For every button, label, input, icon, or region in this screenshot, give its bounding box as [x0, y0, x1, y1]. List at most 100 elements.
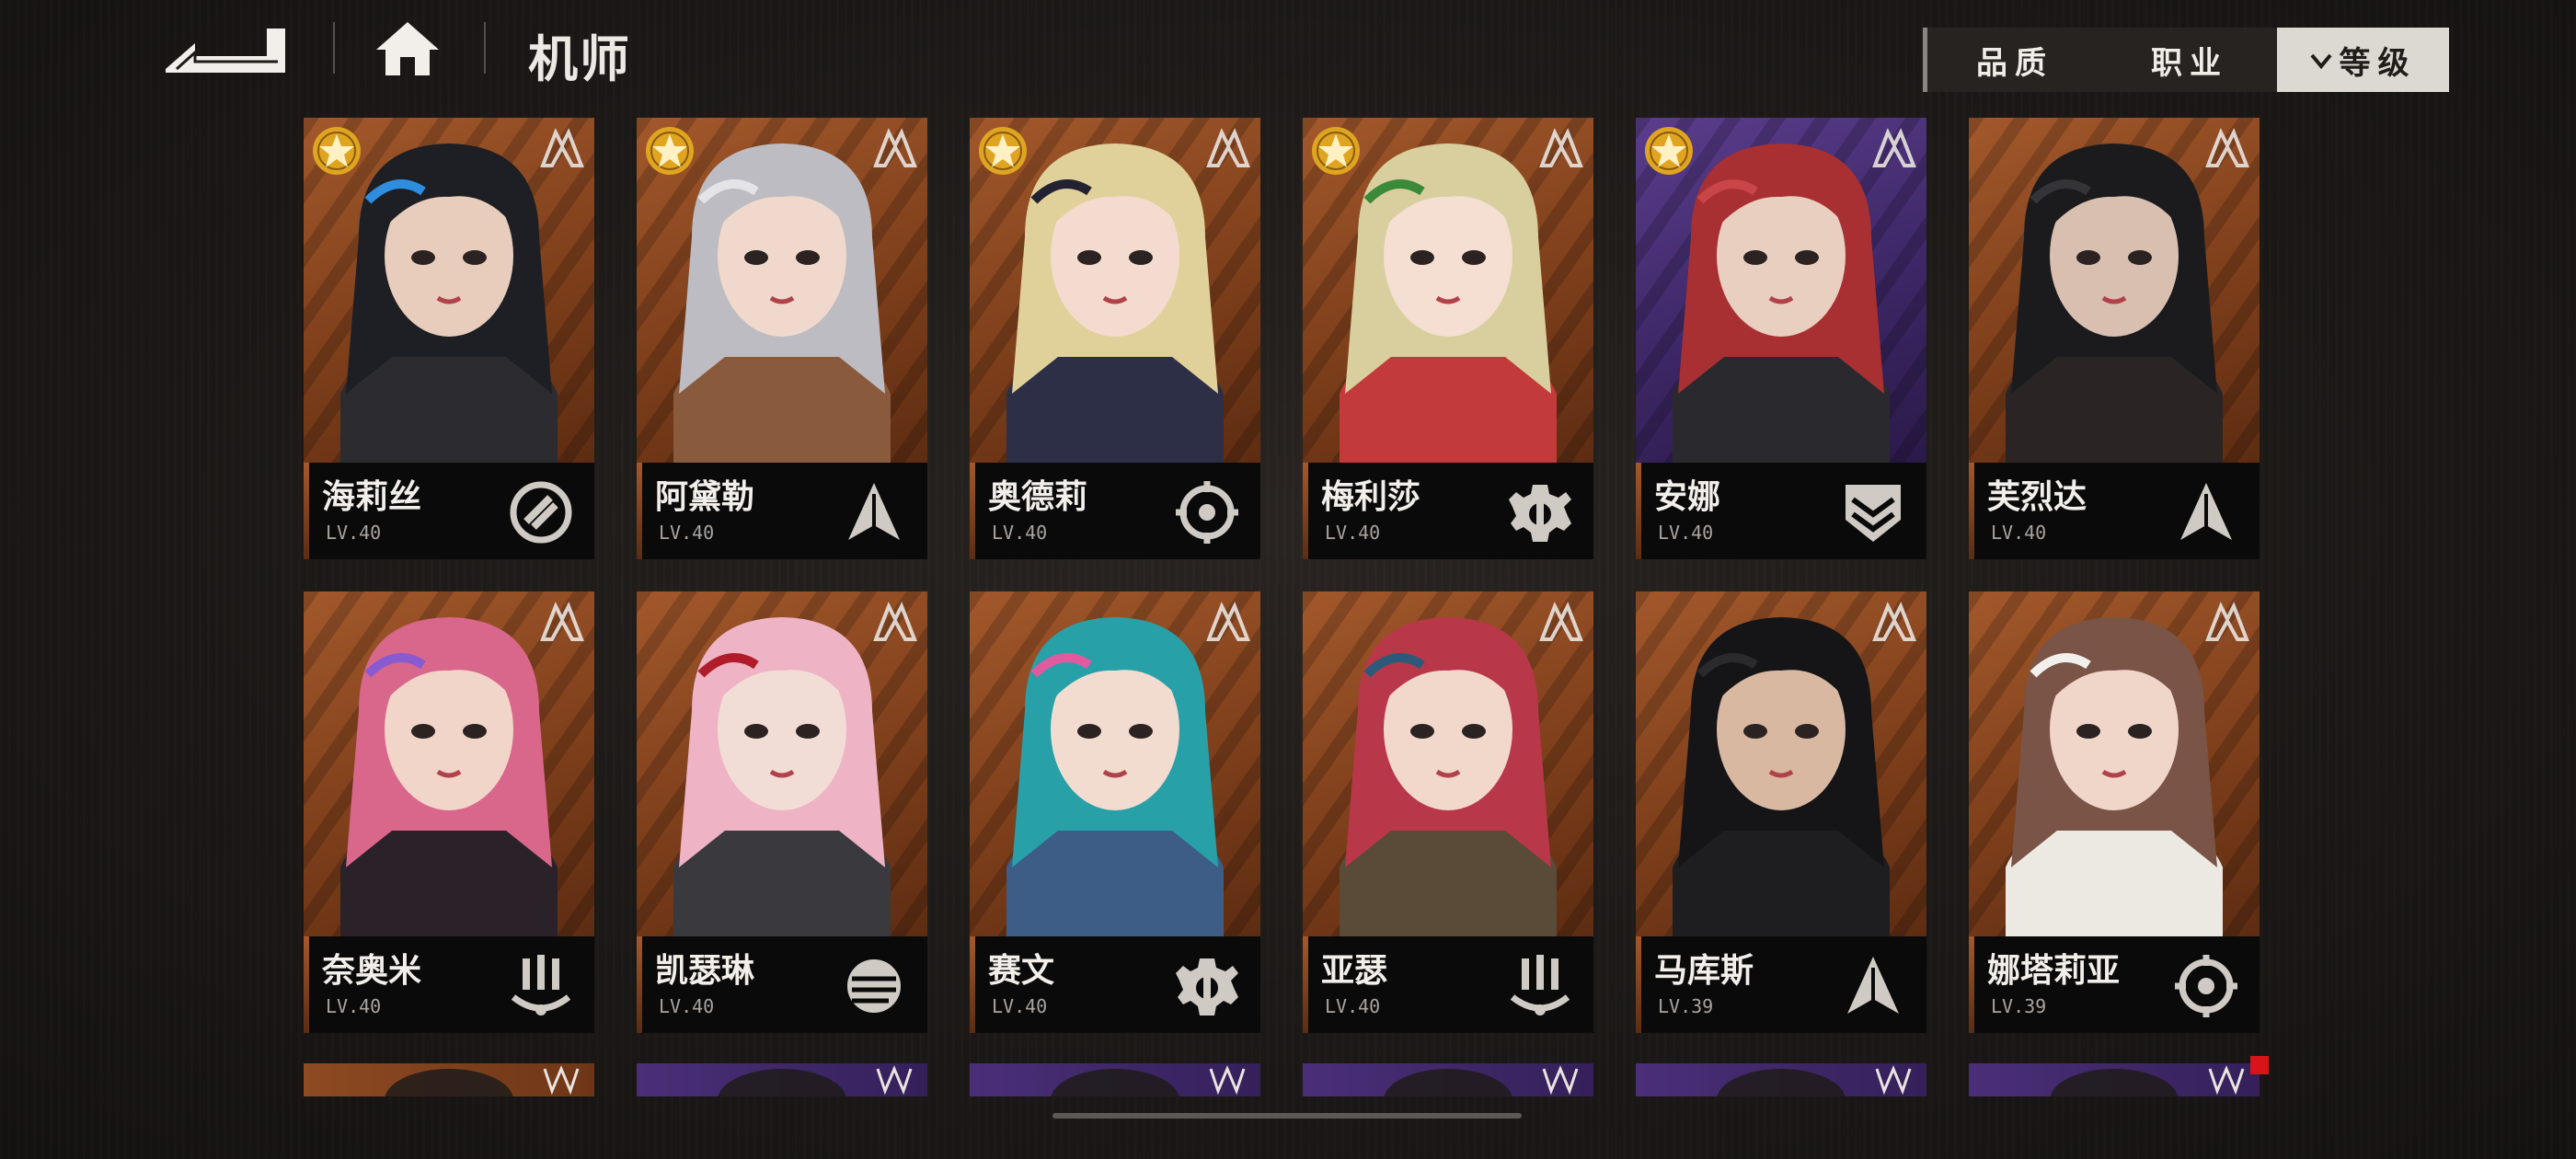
pilot-level: LV.40	[326, 995, 382, 1017]
pilot-card[interactable]: 安娜 LV.40	[1636, 118, 1926, 559]
rank-star-icon	[979, 127, 1027, 175]
notification-dot	[2250, 1056, 2269, 1074]
fist-icon	[510, 481, 572, 544]
pilot-info-panel: 海莉丝 LV.40	[304, 463, 594, 559]
pilot-card[interactable]: 海莉丝 LV.40	[304, 118, 594, 559]
pilot-card-partial[interactable]	[637, 1063, 927, 1096]
faction-emblem-icon	[1872, 128, 1916, 167]
pilot-name: 梅利莎	[1321, 478, 1421, 516]
filter-tab-profession[interactable]: 职业	[2102, 28, 2277, 92]
pilot-name: 亚瑟	[1321, 952, 1388, 990]
pilot-level: LV.40	[992, 522, 1048, 544]
spearhead-icon	[1847, 957, 1899, 1014]
pilot-portrait	[304, 118, 594, 463]
header-divider	[333, 22, 335, 74]
wrench-gear-icon	[1509, 485, 1571, 542]
home-icon	[376, 22, 439, 75]
crosshair-icon	[2175, 955, 2237, 1017]
pilot-card[interactable]: 娜塔莉亚 LV.39	[1969, 591, 2260, 1033]
pilot-name: 赛文	[988, 952, 1055, 990]
pilot-info-panel: 马库斯 LV.39	[1636, 936, 1926, 1033]
pilot-card[interactable]: 赛文 LV.40	[970, 591, 1260, 1033]
pilot-level: LV.40	[992, 995, 1048, 1017]
pilot-level: LV.40	[326, 522, 382, 544]
pilot-info-panel: 奥德莉 LV.40	[970, 463, 1260, 559]
pilot-level: LV.40	[1658, 522, 1714, 544]
shield-chevron-icon	[1846, 485, 1901, 542]
pilot-portrait	[1303, 118, 1593, 463]
pilot-portrait	[1969, 591, 2260, 936]
pilot-card[interactable]: 奈奥米 LV.40	[304, 591, 594, 1033]
pilot-card[interactable]: 亚瑟 LV.40	[1303, 591, 1593, 1033]
header-divider	[484, 22, 486, 74]
pilot-name: 凯瑟琳	[655, 952, 755, 990]
faction-emblem-icon	[1206, 602, 1250, 641]
spearhead-icon	[2180, 483, 2232, 540]
pilot-info-panel: 奈奥米 LV.40	[304, 936, 594, 1033]
pilot-level: LV.39	[1991, 995, 2047, 1017]
pilot-portrait	[1303, 591, 1593, 936]
faction-emblem-icon	[540, 128, 584, 167]
pilot-card[interactable]: 阿黛勒 LV.40	[637, 118, 927, 559]
pilot-card[interactable]: 凯瑟琳 LV.40	[637, 591, 927, 1033]
rank-star-icon	[1645, 127, 1693, 175]
faction-emblem-icon	[1539, 602, 1583, 641]
pilot-card-partial[interactable]	[304, 1063, 594, 1096]
top-bar: 机师 品质 职业 等级	[0, 0, 2576, 101]
home-button[interactable]	[368, 17, 447, 81]
pilot-portrait	[637, 118, 927, 463]
pilot-level: LV.40	[659, 995, 715, 1017]
pilot-name: 阿黛勒	[655, 478, 755, 516]
missiles-icon	[511, 955, 571, 1016]
pilot-portrait-art	[1384, 1065, 1579, 1096]
page-title: 机师	[528, 30, 631, 88]
wrench-gear-icon	[1176, 958, 1238, 1016]
pilot-card[interactable]: 梅利莎 LV.40	[1303, 118, 1593, 559]
crosshair-icon	[1176, 481, 1238, 544]
pilot-card-partial[interactable]	[1636, 1063, 1926, 1096]
faction-emblem-icon	[540, 602, 584, 641]
back-button[interactable]	[156, 17, 294, 81]
filter-tab-quality[interactable]: 品质	[1927, 28, 2102, 92]
chevron-down-icon	[2309, 44, 2332, 76]
pilot-info-panel: 亚瑟 LV.40	[1303, 936, 1593, 1033]
pilot-portrait	[1636, 118, 1926, 463]
faction-emblem-icon	[2205, 602, 2249, 641]
pilot-name: 芙烈达	[1987, 478, 2087, 516]
pilot-card[interactable]: 奥德莉 LV.40	[970, 118, 1260, 559]
faction-emblem-icon	[2205, 128, 2249, 167]
pilot-portrait	[637, 591, 927, 936]
faction-emblem-icon	[873, 128, 917, 167]
pilot-portrait	[304, 591, 594, 936]
pilot-card[interactable]: 芙烈达 LV.40	[1969, 118, 2260, 559]
pilot-portrait-art	[718, 1065, 913, 1096]
pilot-info-panel: 梅利莎 LV.40	[1303, 463, 1593, 559]
pilot-portrait	[1969, 118, 2260, 463]
pilot-name: 奥德莉	[988, 478, 1088, 516]
pilot-info-panel: 赛文 LV.40	[970, 936, 1260, 1033]
pilot-portrait	[1636, 591, 1926, 936]
faction-emblem-icon	[1872, 602, 1916, 641]
pilot-level: LV.39	[1658, 995, 1714, 1017]
pilot-card-partial[interactable]	[970, 1063, 1260, 1096]
filter-tab-level-label: 等级	[2339, 44, 2417, 82]
rank-star-icon	[646, 127, 694, 175]
pilot-level: LV.40	[1991, 522, 2047, 544]
pilot-card-partial[interactable]	[1303, 1063, 1593, 1096]
pilot-card-partial[interactable]	[1969, 1063, 2260, 1096]
pilot-level: LV.40	[1325, 522, 1381, 544]
rank-star-icon	[313, 127, 361, 175]
pilot-info-panel: 阿黛勒 LV.40	[637, 463, 927, 559]
pilot-card[interactable]: 马库斯 LV.39	[1636, 591, 1926, 1033]
pilot-info-panel: 芙烈达 LV.40	[1969, 463, 2260, 559]
scrollbar[interactable]	[1052, 1113, 1522, 1119]
pilot-info-panel: 凯瑟琳 LV.40	[637, 936, 927, 1033]
pilot-level: LV.40	[659, 522, 715, 544]
pilot-portrait-art	[1051, 1065, 1246, 1096]
pilot-name: 马库斯	[1654, 952, 1754, 990]
pilot-level: LV.40	[1325, 995, 1381, 1017]
faction-emblem-icon	[1539, 128, 1583, 167]
filter-tab-level[interactable]: 等级	[2277, 28, 2449, 92]
rank-star-icon	[1312, 127, 1360, 175]
pilot-portrait-art	[2050, 1065, 2245, 1096]
